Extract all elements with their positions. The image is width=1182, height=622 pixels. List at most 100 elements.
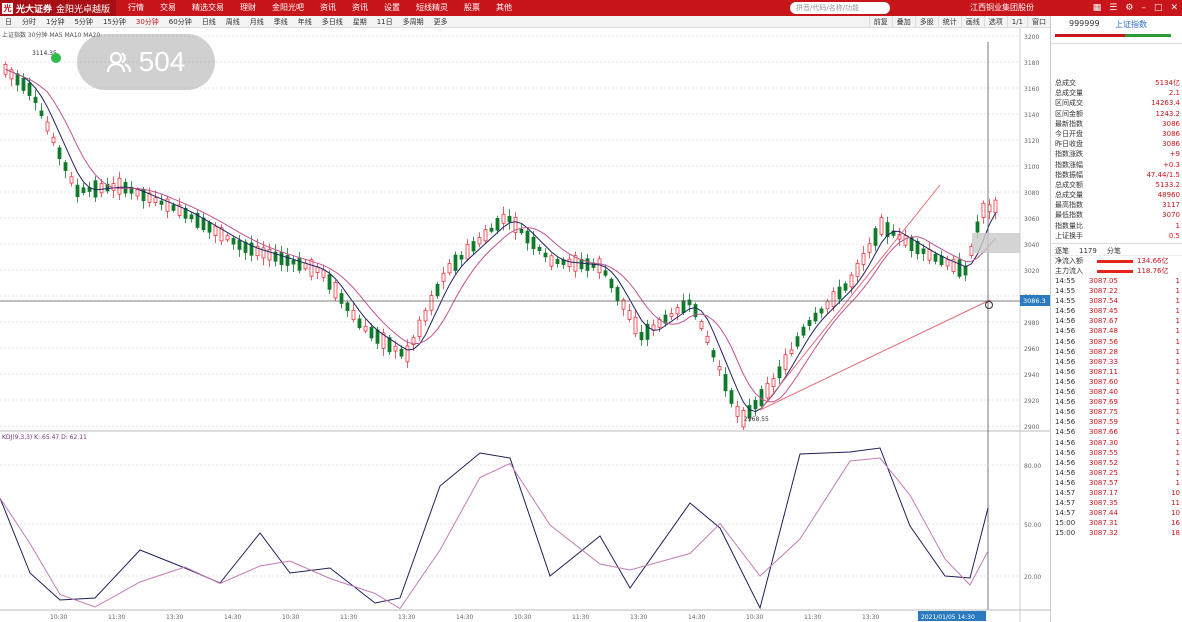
menu-item[interactable]: 交易 [152,0,184,16]
time-axis-label: 14:30 [456,614,473,621]
grid-icon[interactable]: ▦ [1093,3,1102,13]
candle-body [471,241,476,252]
period-tab[interactable]: 多周期 [398,16,429,28]
candle-body [369,327,374,339]
period-tab[interactable]: 60分钟 [164,16,197,28]
candle-body [33,96,38,104]
chart-tool-button[interactable]: 统计 [937,16,961,28]
chart-tool-button[interactable]: 前复 [868,16,892,28]
trendline[interactable] [759,299,991,411]
maximize-icon[interactable]: □ [1154,3,1163,13]
price-axis-label: 2960 [1024,346,1039,353]
search-input[interactable]: 拼音/代码/名称/功能 [790,2,890,14]
cursor-time-text: 2021/01/05 14:30 [921,614,975,621]
candle-body [675,307,680,315]
candle-body [585,258,590,271]
price-axis-label: 3180 [1024,60,1039,67]
period-tab[interactable]: 星期 [348,16,372,28]
menu-item[interactable]: 资讯 [344,0,376,16]
candle-body [225,235,230,241]
trendline[interactable] [759,184,941,411]
flow-header-label[interactable]: 逐笔 [1055,246,1069,255]
period-tab[interactable]: 更多 [429,16,453,28]
candle-body [543,252,548,258]
gear-icon[interactable]: ⚙ [1125,3,1133,13]
time-axis-label: 10:30 [746,614,763,621]
chart-tool-button[interactable]: 1/1 [1006,16,1027,28]
index-name[interactable]: 上证指数 [1115,19,1147,30]
menu-item[interactable]: 设置 [376,0,408,16]
time-axis-label: 11:30 [804,614,821,621]
period-tab[interactable]: 5分钟 [69,16,97,28]
chart-tool-button[interactable]: 画线 [960,16,984,28]
product-name: 金阳光卓越版 [56,4,111,15]
candle-body [51,136,56,143]
stat-row: 指数振幅 47.44/1.5 [1051,170,1182,180]
kline-chart-svg[interactable]: 3200 3180 3160 3140 3120 3100 3080 3060 3040 3020… [0,28,1050,622]
tick-row: 14:56 3087.30 1 [1051,438,1182,448]
quote-side-panel: 999999 上证指数 总成交 5134亿 总成交量 2.1 区间成交 14263.4 区间… [1050,16,1182,622]
menu-item[interactable]: 行情 [120,0,152,16]
period-tab[interactable]: 15分钟 [98,16,131,28]
close-icon[interactable]: ✕ [1170,3,1178,13]
tick-list[interactable]: 14:55 3087.05 1 14:55 3087.22 1 14:55 3087.54 1 1… [1051,276,1182,538]
minimize-icon[interactable]: – [1141,3,1146,13]
candle-body [921,248,926,254]
kline-chart-area[interactable]: 3200 3180 3160 3140 3120 3100 3080 3060 3040 3020… [0,28,1050,622]
stat-label: 上证换手 [1055,231,1083,240]
chart-tool-button[interactable]: 选项 [983,16,1007,28]
trading-app-window: 光 光大证券 金阳光卓越版 行情 交易 精选交易 理财 金阳光吧 资讯 资讯 设置 短线精灵 股票… [0,0,1182,622]
menu-item[interactable]: 理财 [232,0,264,16]
candle-body [519,228,524,234]
menu-item[interactable]: 股票 [456,0,488,16]
candle-body [933,253,938,262]
flow-header-label[interactable]: 1179 [1079,246,1097,255]
flow-header-label[interactable]: 分笔 [1107,246,1121,255]
time-axis-label: 13:30 [166,614,183,621]
tick-row: 14:57 3087.17 10 [1051,488,1182,498]
divider [1051,243,1182,244]
stat-label: 区间成交 [1055,99,1083,108]
candle-body [873,228,878,246]
time-axis-label: 10:30 [282,614,299,621]
period-toolbar: 日分时 1分钟 5分钟 15分钟 30分钟 60分钟 日线 周线 月线 季线 年线 多日线 星期 11日多… [0,16,1050,28]
chart-tool-button[interactable]: 窗口 [1027,16,1050,28]
time-axis-label: 13:30 [630,614,647,621]
kdj-d-line [0,457,989,610]
time-axis-label: 11:30 [572,614,589,621]
candle-body [849,274,854,288]
period-tab[interactable]: 多日线 [317,16,348,28]
menu-item[interactable]: 其他 [488,0,520,16]
menu-item[interactable]: 资讯 [312,0,344,16]
chart-tool-button[interactable]: 叠加 [891,16,915,28]
candle-body [765,382,770,399]
period-tab[interactable]: 1分钟 [41,16,69,28]
candle-body [699,321,704,329]
period-tab[interactable]: 11日 [372,16,398,28]
candle-body [981,202,986,218]
candle-body [825,300,830,310]
menu-item[interactable]: 短线精灵 [408,0,456,16]
price-axis-label: 3200 [1024,34,1039,41]
price-axis-label: 3040 [1024,242,1039,249]
tick-row: 14:56 3087.67 1 [1051,316,1182,326]
chart-tool-button[interactable]: 多股 [914,16,938,28]
period-tab[interactable]: 分时 [17,16,41,28]
tick-row: 14:57 3087.35 11 [1051,498,1182,508]
account-name[interactable]: 江西铜业集团股份 [970,0,1034,16]
period-tab[interactable]: 月线 [245,16,269,28]
period-tab[interactable]: 周线 [221,16,245,28]
candle-body [435,283,440,297]
menu-icon[interactable]: ☰ [1109,3,1117,13]
period-tab[interactable]: 日 [0,16,17,28]
period-tab[interactable]: 日线 [197,16,221,28]
period-tabs: 日分时 1分钟 5分钟 15分钟 30分钟 60分钟 日线 周线 月线 季线 年线 多日线 星期 11日多… [0,16,453,28]
menu-item[interactable]: 金阳光吧 [264,0,312,16]
tick-time: 14:56 [1055,367,1076,376]
people-icon [106,51,131,73]
period-tab[interactable]: 30分钟 [131,16,164,28]
period-tab[interactable]: 季线 [269,16,293,28]
period-tab[interactable]: 年线 [293,16,317,28]
stat-value: 5134亿 [1155,79,1180,87]
menu-item[interactable]: 精选交易 [184,0,232,16]
